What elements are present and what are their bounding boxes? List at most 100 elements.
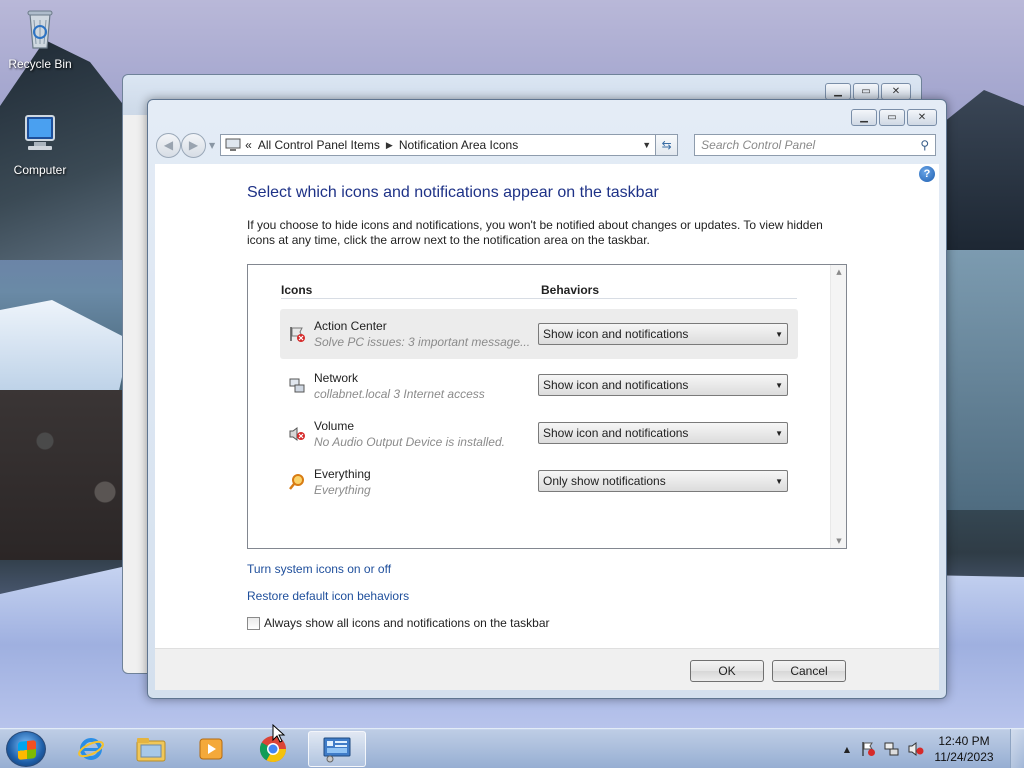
behavior-select-network[interactable]: Show icon and notifications ▼ bbox=[538, 374, 788, 396]
turn-system-icons-link[interactable]: Turn system icons on or off bbox=[247, 562, 391, 576]
list-item-volume[interactable]: Volume No Audio Output Device is install… bbox=[280, 409, 798, 459]
taskbar-media-player[interactable] bbox=[182, 731, 240, 767]
behavior-value: Show icon and notifications bbox=[543, 327, 689, 341]
behavior-select-volume[interactable]: Show icon and notifications ▼ bbox=[538, 422, 788, 444]
behavior-select-everything[interactable]: Only show notifications ▼ bbox=[538, 470, 788, 492]
always-show-all-option[interactable]: Always show all icons and notifications … bbox=[247, 616, 550, 630]
chevron-down-icon: ▼ bbox=[775, 477, 783, 486]
help-icon[interactable]: ? bbox=[919, 166, 935, 182]
desktop-icon-recycle-bin[interactable]: Recycle Bin bbox=[0, 6, 80, 71]
column-header-behaviors: Behaviors bbox=[541, 283, 600, 297]
recycle-bin-icon bbox=[27, 10, 53, 49]
icons-list[interactable]: Icons Behaviors Action Center Solve PC i… bbox=[247, 264, 847, 549]
volume-muted-tray-icon[interactable] bbox=[908, 741, 924, 757]
forward-button[interactable]: ▶ bbox=[181, 132, 206, 158]
breadcrumb-prefix[interactable]: « bbox=[245, 138, 252, 152]
windows-logo-icon bbox=[18, 740, 36, 760]
taskbar-internet-explorer[interactable] bbox=[62, 731, 120, 767]
search-icon[interactable]: ⚲ bbox=[920, 138, 929, 152]
action-center-tray-icon[interactable] bbox=[860, 741, 876, 757]
wallpaper-mountain-right bbox=[944, 90, 1024, 250]
recent-pages-dropdown-icon[interactable]: ▼ bbox=[209, 141, 215, 150]
restore-default-behaviors-link[interactable]: Restore default icon behaviors bbox=[247, 589, 409, 603]
desktop-icon-label: Recycle Bin bbox=[8, 57, 72, 71]
window-controls: ▁ ▭ ✕ bbox=[825, 83, 911, 100]
page-title: Select which icons and notifications app… bbox=[247, 184, 659, 201]
show-hidden-icons-chevron-icon[interactable]: ▲ bbox=[844, 745, 850, 754]
taskbar: ▲ 12:40 PM 11/24/2023 bbox=[0, 728, 1024, 768]
window-controls: ▁ ▭ ✕ bbox=[851, 109, 937, 126]
navigation-bar: ◀ ▶ ▼ « All Control Panel Items ▶ Notifi… bbox=[156, 132, 938, 158]
notification-area: ▲ 12:40 PM 11/24/2023 bbox=[844, 729, 1024, 768]
search-placeholder: Search Control Panel bbox=[701, 138, 816, 152]
folder-icon bbox=[136, 738, 166, 762]
behavior-value: Show icon and notifications bbox=[543, 426, 689, 440]
item-name: Network bbox=[314, 371, 359, 385]
close-button[interactable]: ✕ bbox=[881, 83, 911, 100]
address-bar[interactable]: « All Control Panel Items ▶ Notification… bbox=[220, 134, 657, 156]
always-show-all-label[interactable]: Always show all icons and notifications … bbox=[264, 616, 550, 630]
control-panel-icon bbox=[323, 737, 351, 763]
system-clock[interactable]: 12:40 PM 11/24/2023 bbox=[932, 733, 996, 765]
item-name: Everything bbox=[314, 467, 371, 481]
chevron-down-icon: ▼ bbox=[775, 429, 783, 438]
list-item-action-center[interactable]: Action Center Solve PC issues: 3 importa… bbox=[280, 309, 798, 359]
control-panel-icon bbox=[225, 138, 241, 151]
close-button[interactable]: ✕ bbox=[907, 109, 937, 126]
item-name: Volume bbox=[314, 419, 355, 433]
refresh-button[interactable]: ⇆ bbox=[656, 134, 679, 156]
back-button[interactable]: ◀ bbox=[156, 132, 181, 158]
breadcrumb-item-notification-area[interactable]: Notification Area Icons bbox=[399, 138, 518, 152]
computer-icon bbox=[25, 115, 55, 150]
behavior-value: Only show notifications bbox=[543, 474, 666, 488]
item-status: collabnet.local 3 Internet access bbox=[314, 387, 485, 401]
item-name: Action Center bbox=[314, 319, 387, 333]
maximize-button[interactable]: ▭ bbox=[879, 109, 905, 126]
column-header-icons: Icons bbox=[281, 283, 313, 297]
chevron-down-icon: ▼ bbox=[775, 381, 783, 390]
wallpaper-water bbox=[944, 250, 1024, 510]
notification-area-icons-window: ▁ ▭ ✕ ◀ ▶ ▼ « All Control Panel Items ▶ … bbox=[147, 99, 947, 699]
network-icon bbox=[289, 378, 305, 393]
list-item-everything[interactable]: Everything Everything Only show notifica… bbox=[280, 457, 798, 507]
media-player-icon bbox=[199, 738, 223, 760]
minimize-button[interactable]: ▁ bbox=[825, 83, 851, 100]
ok-button[interactable]: OK bbox=[690, 660, 764, 682]
breadcrumb-separator-icon[interactable]: ▶ bbox=[386, 140, 393, 151]
dialog-footer: OK Cancel bbox=[155, 648, 939, 690]
desktop-icon-label: Computer bbox=[13, 163, 67, 177]
cancel-button[interactable]: Cancel bbox=[772, 660, 846, 682]
item-status: No Audio Output Device is installed. bbox=[314, 435, 505, 449]
taskbar-control-panel[interactable] bbox=[308, 731, 366, 767]
list-scrollbar[interactable]: ▲ ▼ bbox=[830, 265, 846, 548]
behavior-value: Show icon and notifications bbox=[543, 378, 689, 392]
scroll-up-icon[interactable]: ▲ bbox=[831, 265, 847, 279]
network-tray-icon[interactable] bbox=[884, 741, 900, 757]
page-description: If you choose to hide icons and notifica… bbox=[247, 218, 823, 247]
behavior-select-action-center[interactable]: Show icon and notifications ▼ bbox=[538, 323, 788, 345]
maximize-button[interactable]: ▭ bbox=[853, 83, 879, 100]
list-item-network[interactable]: Network collabnet.local 3 Internet acces… bbox=[280, 361, 798, 411]
taskbar-windows-explorer[interactable] bbox=[122, 731, 180, 767]
start-button[interactable] bbox=[6, 731, 46, 767]
mouse-cursor-icon bbox=[272, 724, 286, 743]
clock-time: 12:40 PM bbox=[938, 734, 990, 748]
item-status: Everything bbox=[314, 483, 371, 497]
chevron-down-icon: ▼ bbox=[775, 330, 783, 339]
clock-date: 11/24/2023 bbox=[934, 750, 994, 764]
internet-explorer-icon bbox=[78, 738, 104, 760]
breadcrumb-item-all-control-panel[interactable]: All Control Panel Items bbox=[258, 138, 380, 152]
search-input[interactable]: Search Control Panel ⚲ bbox=[694, 134, 937, 156]
item-status: Solve PC issues: 3 important message... bbox=[314, 335, 531, 349]
show-desktop-button[interactable] bbox=[1010, 729, 1024, 768]
always-show-all-checkbox[interactable] bbox=[247, 616, 260, 630]
desktop-icon-computer[interactable]: Computer bbox=[0, 112, 80, 177]
everything-search-icon bbox=[289, 474, 304, 490]
content-pane: ? Select which icons and notifications a… bbox=[155, 164, 939, 648]
column-headers: Icons Behaviors bbox=[281, 283, 797, 299]
scroll-down-icon[interactable]: ▼ bbox=[831, 534, 847, 548]
volume-muted-icon bbox=[289, 427, 305, 441]
address-dropdown-icon[interactable]: ▼ bbox=[642, 140, 651, 150]
action-center-flag-icon bbox=[290, 327, 305, 342]
minimize-button[interactable]: ▁ bbox=[851, 109, 877, 126]
